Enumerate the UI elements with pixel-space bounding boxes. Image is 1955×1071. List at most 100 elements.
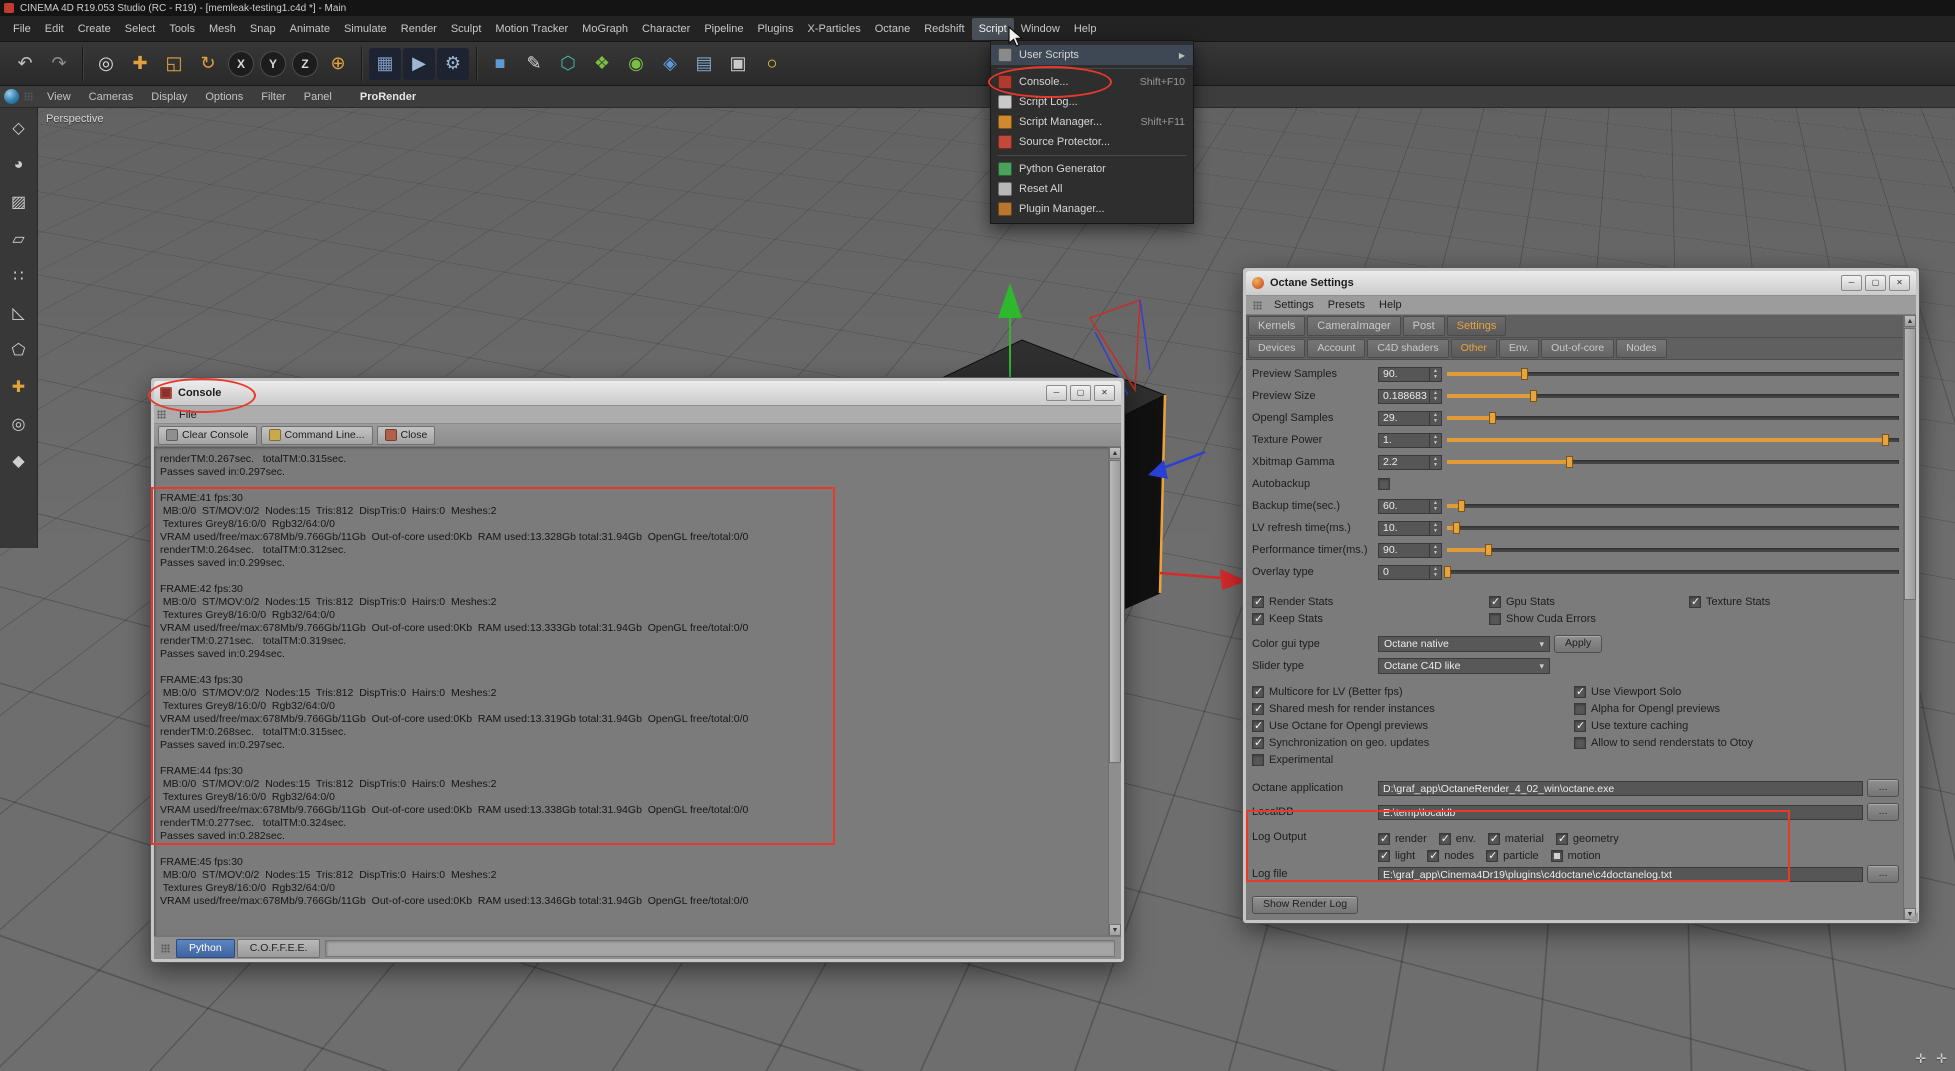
menubar-item-script[interactable]: Script <box>971 17 1014 40</box>
maximize-button[interactable]: ▢ <box>1070 385 1091 401</box>
environment-icon[interactable]: ▤ <box>688 48 720 80</box>
close-button[interactable]: ✕ <box>1889 275 1910 291</box>
log-checkbox-render[interactable] <box>1378 832 1390 845</box>
menubar-item-help[interactable]: Help <box>1067 18 1104 40</box>
viewbar-item-options[interactable]: Options <box>196 86 252 108</box>
coordinate-system-icon[interactable]: ⊕ <box>322 48 354 80</box>
pen-tool-icon[interactable]: ✎ <box>518 48 550 80</box>
slider-type-select[interactable]: Octane C4D like ▾ <box>1378 658 1550 674</box>
close-button[interactable]: ✕ <box>1094 385 1115 401</box>
slider-performance-timer-ms[interactable] <box>1447 542 1899 558</box>
menubar-item-mesh[interactable]: Mesh <box>202 18 243 40</box>
octane-tab-post[interactable]: Post <box>1402 316 1445 336</box>
maximize-button[interactable]: ▢ <box>1865 275 1886 291</box>
spinbox-performance-timer-ms[interactable]: 90. ▲ ▼ <box>1378 542 1442 558</box>
stepper-icon[interactable]: ▲ ▼ <box>1429 565 1441 579</box>
menubar-item-render[interactable]: Render <box>394 18 444 40</box>
viewbar-item-prorender[interactable]: ProRender <box>351 86 425 108</box>
octane-subtab-devices[interactable]: Devices <box>1248 339 1306 358</box>
octane-subtab-c4d-shaders[interactable]: C4D shaders <box>1367 339 1449 358</box>
log-checkbox-light[interactable] <box>1378 849 1390 862</box>
console-titlebar[interactable]: Console ─ ▢ ✕ <box>154 381 1121 406</box>
field-octane-application[interactable]: D:\graf_app\OctaneRender_4_02_win\octane… <box>1378 780 1863 796</box>
console-toolbar-button-close[interactable]: Close <box>376 425 436 445</box>
apply-button[interactable]: Apply <box>1554 635 1603 653</box>
menubar-item-redshift[interactable]: Redshift <box>917 18 971 40</box>
checkbox-allow-to-send-renderstats-to-otoy[interactable] <box>1574 736 1586 749</box>
menubar-item-create[interactable]: Create <box>71 18 118 40</box>
step-down-icon[interactable]: ▼ <box>1430 418 1441 425</box>
octane-menu-settings[interactable]: Settings <box>1267 299 1321 311</box>
checkbox-keep-stats[interactable] <box>1252 612 1264 625</box>
stepper-icon[interactable]: ▲ ▼ <box>1429 455 1441 469</box>
slider-knob[interactable] <box>1520 368 1528 380</box>
make-editable-icon[interactable]: ◇ <box>5 114 33 142</box>
console-tab-c-o-f-f-e-e[interactable]: C.O.F.F.E.E. <box>236 938 321 958</box>
field-localdb[interactable]: E:\temp\localdb <box>1378 804 1863 820</box>
octane-scrollbar[interactable]: ▲ ▼ <box>1903 315 1916 920</box>
scale-tool-icon[interactable]: ◱ <box>158 48 190 80</box>
scroll-up-icon[interactable]: ▲ <box>1904 315 1916 327</box>
slider-backup-time-sec[interactable] <box>1447 498 1899 514</box>
slider-knob[interactable] <box>1489 412 1497 424</box>
checkbox-synchronization-on-geo-updates[interactable] <box>1252 736 1264 749</box>
spinbox-opengl-samples[interactable]: 29. ▲ ▼ <box>1378 410 1442 426</box>
slider-knob[interactable] <box>1453 522 1461 534</box>
spinbox-overlay-type[interactable]: 0 ▲ ▼ <box>1378 564 1442 580</box>
log-checkbox-geometry[interactable] <box>1555 832 1568 845</box>
menubar-item-snap[interactable]: Snap <box>243 18 283 40</box>
color-gui-type-select[interactable]: Octane native ▾ <box>1378 636 1550 652</box>
points-mode-icon[interactable]: ∷ <box>5 262 33 290</box>
menubar-item-edit[interactable]: Edit <box>38 18 71 40</box>
console-tab-python[interactable]: Python <box>176 938 235 958</box>
octane-titlebar[interactable]: Octane Settings ─ ▢ ✕ <box>1246 271 1916 296</box>
log-checkbox-motion[interactable] <box>1550 849 1563 862</box>
step-down-icon[interactable]: ▼ <box>1430 396 1441 403</box>
drag-grip-icon[interactable] <box>157 410 166 419</box>
octane-subtab-out-of-core[interactable]: Out-of-core <box>1541 339 1615 358</box>
log-checkbox-env[interactable] <box>1438 832 1451 845</box>
slider-xbitmap-gamma[interactable] <box>1447 454 1899 470</box>
octane-subtab-account[interactable]: Account <box>1307 339 1366 358</box>
octane-tab-settings[interactable]: Settings <box>1446 316 1507 336</box>
checkbox-alpha-for-opengl-previews[interactable] <box>1574 702 1586 715</box>
menubar-item-select[interactable]: Select <box>118 18 163 40</box>
menubar-item-sculpt[interactable]: Sculpt <box>444 18 489 40</box>
deformer-icon[interactable]: ◈ <box>654 48 686 80</box>
drag-grip-icon[interactable] <box>161 943 170 953</box>
checkbox-use-viewport-solo[interactable] <box>1574 685 1586 698</box>
scrollbar-thumb[interactable] <box>1109 460 1121 764</box>
checkbox-use-octane-for-opengl-previews[interactable] <box>1252 719 1264 732</box>
light-icon[interactable]: ○ <box>756 48 788 80</box>
field-log-file[interactable]: E:\graf_app\Cinema4Dr19\plugins\c4doctan… <box>1378 866 1863 882</box>
slider-overlay-type[interactable] <box>1444 564 1899 580</box>
menubar-item-motion-tracker[interactable]: Motion Tracker <box>488 18 575 40</box>
model-mode-icon[interactable]: ◕ <box>5 151 33 179</box>
checkbox-show-cuda-errors[interactable] <box>1489 612 1501 625</box>
render-view-icon[interactable]: ▦ <box>369 47 401 80</box>
console-toolbar-button-clear-console[interactable]: Clear Console <box>158 425 257 445</box>
slider-knob[interactable] <box>1444 566 1451 578</box>
subdivision-surface-icon[interactable]: ⬡ <box>552 48 584 80</box>
polygons-mode-icon[interactable]: ⬠ <box>5 336 33 364</box>
script-menu-item-plugin-manager[interactable]: Plugin Manager... <box>991 199 1193 219</box>
script-menu-item-script-log[interactable]: Script Log... <box>991 92 1193 112</box>
slider-texture-power[interactable] <box>1447 432 1899 448</box>
drag-grip-icon[interactable] <box>24 92 33 101</box>
octane-menu-help[interactable]: Help <box>1372 299 1409 311</box>
octane-tab-cameraimager[interactable]: CameraImager <box>1307 316 1401 336</box>
viewbar-item-panel[interactable]: Panel <box>295 86 341 108</box>
stepper-icon[interactable]: ▲ ▼ <box>1429 411 1441 425</box>
checkbox-autobackup[interactable] <box>1378 478 1390 490</box>
script-menu-item-python-generator[interactable]: Python Generator <box>991 159 1193 179</box>
console-menu-file[interactable]: File <box>172 409 204 421</box>
undo-icon[interactable]: ↶ <box>9 48 41 80</box>
script-menu-item-script-manager[interactable]: Script Manager... Shift+F11 <box>991 112 1193 132</box>
show-render-log-button[interactable]: Show Render Log <box>1252 896 1359 914</box>
workplane-mode-icon[interactable]: ▱ <box>5 225 33 253</box>
viewbar-item-view[interactable]: View <box>38 86 80 108</box>
add-cube-icon[interactable]: ■ <box>484 48 516 80</box>
octane-tab-kernels[interactable]: Kernels <box>1248 316 1306 336</box>
slider-lv-refresh-time-ms[interactable] <box>1447 520 1899 536</box>
script-menu-item-user-scripts[interactable]: User Scripts ▶ <box>991 45 1193 65</box>
